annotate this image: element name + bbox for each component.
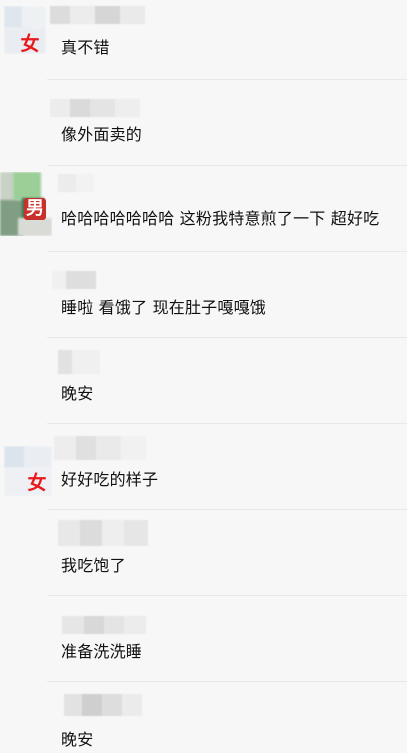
username-blurred[interactable] xyxy=(64,694,142,716)
username-blurred[interactable] xyxy=(50,6,145,24)
gender-badge-male: 男 xyxy=(24,198,46,220)
comment-item[interactable]: 像外面卖的 xyxy=(0,80,407,165)
username-blurred[interactable] xyxy=(62,616,146,634)
comment-item[interactable]: 男 哈哈哈哈哈哈哈 这粉我特意煎了一下 超好吃 xyxy=(0,166,407,251)
comment-text: 晚安 xyxy=(61,384,94,403)
comment-item[interactable]: 睡啦 看饿了 现在肚子嘎嘎饿 xyxy=(0,252,407,337)
gender-badge-female: 女 xyxy=(27,472,47,494)
comment-item[interactable]: 晚安 xyxy=(0,338,407,423)
comment-text: 准备洗洗睡 xyxy=(61,642,143,661)
comment-text: 真不错 xyxy=(61,38,110,57)
username-blurred[interactable] xyxy=(54,436,146,460)
comment-text: 我吃饱了 xyxy=(61,556,126,575)
comment-text: 睡啦 看饿了 现在肚子嘎嘎饿 xyxy=(61,298,266,317)
username-blurred[interactable] xyxy=(52,271,96,289)
username-blurred[interactable] xyxy=(58,174,94,192)
comment-text: 好好吃的样子 xyxy=(61,470,159,489)
username-blurred[interactable] xyxy=(50,99,140,117)
comment-item[interactable]: 我吃饱了 xyxy=(0,510,407,595)
comment-text: 像外面卖的 xyxy=(61,125,143,144)
comment-item[interactable]: 晚安 xyxy=(0,682,407,753)
comment-item[interactable]: 女 好好吃的样子 xyxy=(0,424,407,509)
comment-text: 晚安 xyxy=(61,730,94,749)
comment-feed: 女 真不错 像外面卖的 男 哈哈哈哈哈哈哈 这粉我特意煎了一下 超好吃 睡啦 看… xyxy=(0,0,407,753)
comment-text: 哈哈哈哈哈哈哈 这粉我特意煎了一下 超好吃 xyxy=(61,209,380,228)
gender-badge-female: 女 xyxy=(20,33,40,55)
comment-item[interactable]: 女 真不错 xyxy=(0,0,407,79)
username-blurred[interactable] xyxy=(58,520,148,546)
username-blurred[interactable] xyxy=(58,350,100,374)
comment-item[interactable]: 准备洗洗睡 xyxy=(0,596,407,681)
